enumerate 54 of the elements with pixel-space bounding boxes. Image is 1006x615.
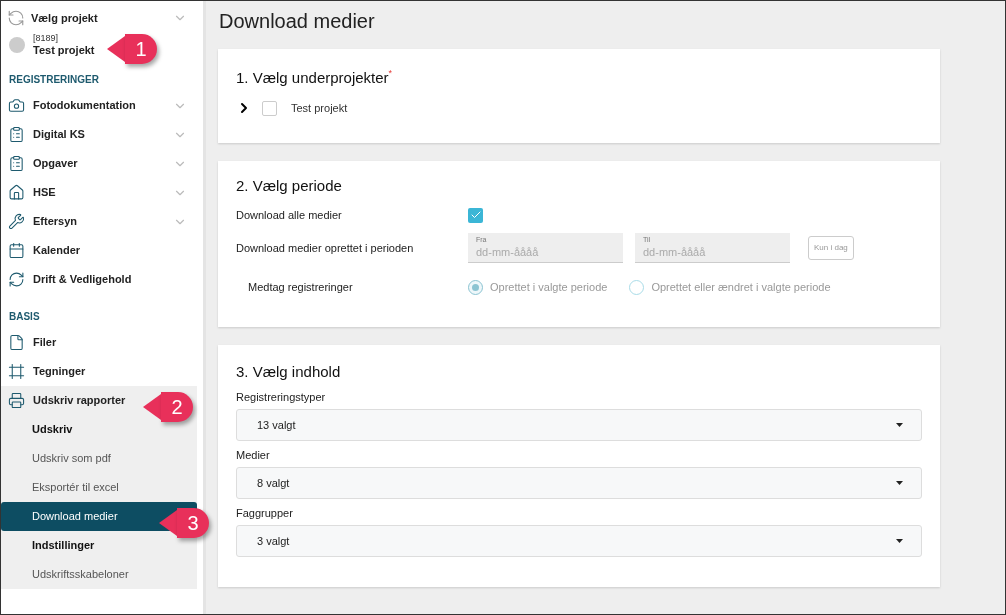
check-icon: [469, 209, 482, 221]
project-name: Test projekt: [33, 44, 95, 57]
avatar: [9, 37, 25, 53]
sidebar-item[interactable]: Drift & Vedligehold: [33, 271, 132, 288]
submenu-item[interactable]: Udskriv som pdf: [1, 444, 197, 473]
printer-icon: [8, 392, 25, 409]
project-number: [8189]: [33, 33, 60, 44]
sidebar-item[interactable]: Tegninger: [33, 363, 86, 380]
field-label: Registreringstyper: [236, 390, 327, 405]
submenu-item[interactable]: Eksportér til excel: [1, 473, 197, 502]
radio-label: Oprettet eller ændret i valgte periode: [651, 279, 831, 295]
tree-item-label: Test projekt: [291, 100, 348, 116]
checkbox[interactable]: [262, 100, 277, 116]
wrench-icon: [8, 213, 25, 230]
callout-pointer-icon: [159, 508, 177, 538]
dropdown-select[interactable]: 13 valgt: [236, 409, 922, 441]
dropdown-select[interactable]: 3 valgt: [236, 525, 922, 557]
field-label: Download medier oprettet i perioden: [236, 240, 415, 256]
checkbox[interactable]: [468, 207, 483, 223]
refresh-icon: [8, 271, 25, 288]
submenu-item[interactable]: Udskriftsskabeloner: [1, 560, 197, 589]
section-title: 1. Vælg underprojekter*: [236, 67, 394, 88]
section-heading: REGISTRERINGER: [8, 72, 100, 87]
sidebar-item[interactable]: Udskriv rapporter: [33, 392, 126, 409]
section-title: 3. Vælg indhold: [236, 362, 342, 382]
sidebar-item[interactable]: HSE: [33, 184, 56, 201]
sidebar-item[interactable]: Fotodokumentation: [33, 97, 136, 114]
field-label: Faggrupper: [236, 506, 294, 521]
project-picker[interactable]: Vælg projekt: [1, 7, 203, 29]
section-heading: BASIS: [8, 309, 41, 324]
project-logo-icon: [7, 9, 25, 27]
sidebar-item[interactable]: Eftersyn: [33, 213, 78, 230]
page-title: Download medier: [218, 9, 376, 34]
section-title: 2. Vælg periode: [236, 176, 343, 196]
frame-icon: [8, 363, 25, 380]
field-label: Download alle medier: [236, 207, 343, 223]
sidebar-item[interactable]: Digital KS: [33, 126, 85, 143]
field-label: Medier: [236, 448, 271, 463]
dropdown-select[interactable]: 8 valgt: [236, 467, 922, 499]
caret-icon: [896, 539, 903, 543]
sidebar-item[interactable]: Opgaver: [33, 155, 78, 172]
caret-icon: [896, 423, 903, 427]
clipboard-icon: [8, 155, 25, 172]
field-label: Medtag registreringer: [247, 279, 354, 295]
sidebar-item[interactable]: Kalender: [33, 242, 81, 259]
camera-icon: [8, 97, 25, 114]
file-icon: [8, 334, 25, 351]
callout-pointer-icon: [107, 34, 125, 64]
calendar-icon: [8, 242, 25, 259]
callout-pointer-icon: [143, 392, 161, 422]
sidebar-item[interactable]: Filer: [33, 334, 57, 351]
clipboard-icon: [8, 126, 25, 143]
caret-icon: [896, 481, 903, 485]
house-icon: [8, 184, 25, 201]
